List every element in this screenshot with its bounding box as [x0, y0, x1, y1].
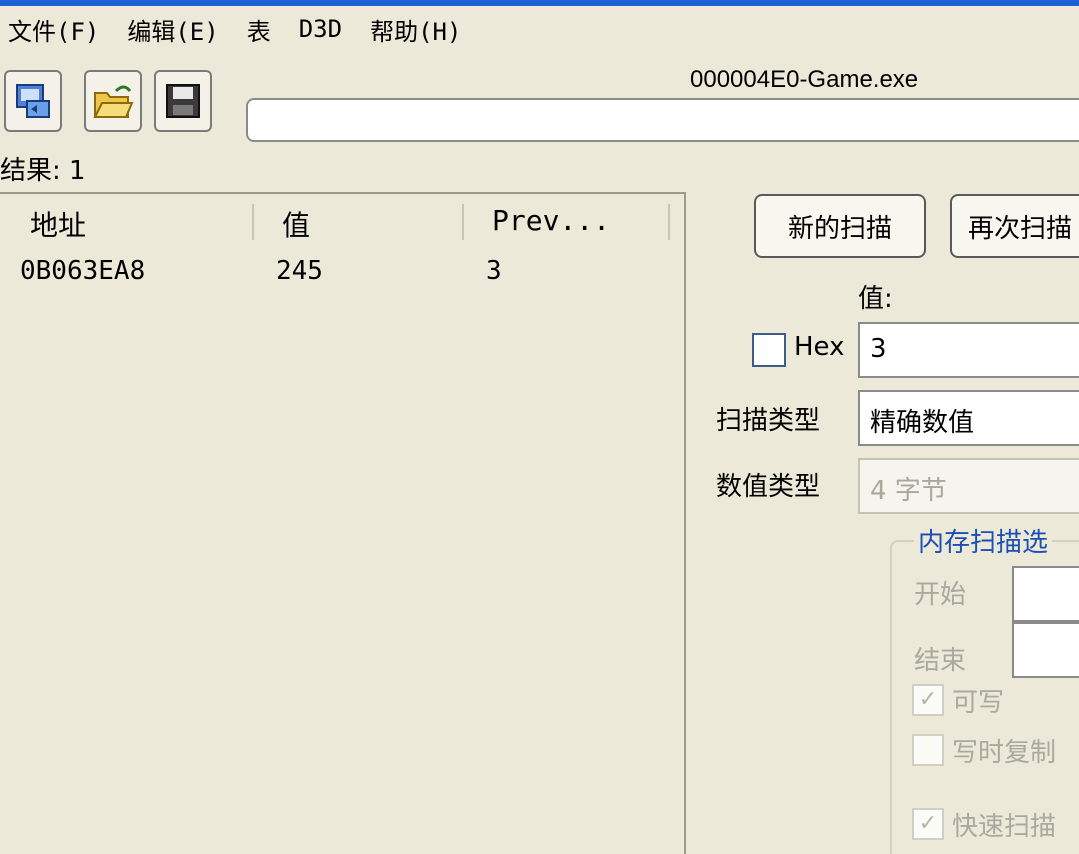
open-folder-icon	[93, 85, 134, 118]
value-type-select[interactable]: 4 字节	[858, 458, 1079, 514]
header-value[interactable]: 值	[282, 204, 310, 244]
end-address-input[interactable]	[1012, 622, 1079, 678]
writable-checkbox[interactable]: ✓	[912, 684, 944, 716]
writable-label: 可写	[952, 688, 1005, 718]
value-type-label: 数值类型	[716, 472, 821, 502]
table-row[interactable]: 0B063EA8 245 3	[0, 256, 684, 292]
menu-edit[interactable]: 编辑(E)	[127, 12, 218, 47]
value-label: 值:	[858, 284, 893, 314]
menu-table[interactable]: 表	[247, 12, 271, 47]
start-address-input[interactable]	[1012, 566, 1079, 622]
next-scan-button[interactable]: 再次扫描	[950, 194, 1079, 258]
header-prev[interactable]: Prev...	[492, 204, 610, 237]
hex-checkbox[interactable]	[752, 333, 786, 367]
header-separator[interactable]	[252, 204, 254, 240]
header-separator[interactable]	[462, 204, 464, 240]
save-button[interactable]	[154, 70, 212, 132]
start-label: 开始	[914, 580, 967, 610]
scan-type-select[interactable]: 精确数值	[858, 390, 1079, 446]
memory-scan-options-title: 内存扫描选	[914, 522, 1053, 559]
row-prev: 3	[486, 256, 502, 286]
row-value: 245	[276, 256, 323, 286]
process-progress-bar	[246, 98, 1079, 142]
header-separator[interactable]	[668, 204, 670, 240]
value-input[interactable]: 3	[858, 322, 1079, 378]
copy-on-write-label: 写时复制	[952, 738, 1057, 768]
hex-label: Hex	[794, 332, 845, 362]
menu-d3d[interactable]: D3D	[299, 15, 342, 43]
menu-file[interactable]: 文件(F)	[8, 12, 99, 47]
save-disk-icon	[166, 84, 200, 118]
scan-type-label: 扫描类型	[716, 406, 821, 436]
menu-help[interactable]: 帮助(H)	[370, 12, 461, 47]
result-count: 结果: 1	[0, 156, 86, 186]
header-address[interactable]: 地址	[30, 204, 86, 244]
new-scan-button[interactable]: 新的扫描	[754, 194, 926, 258]
end-label: 结束	[914, 646, 967, 676]
open-file-button[interactable]	[84, 70, 142, 132]
process-select-icon	[16, 84, 50, 118]
select-process-button[interactable]	[4, 70, 62, 132]
results-list[interactable]: 地址 值 Prev... 0B063EA8 245 3	[0, 192, 686, 854]
fast-scan-checkbox[interactable]: ✓	[912, 808, 944, 840]
process-name: 000004E0-Game.exe	[690, 66, 919, 93]
row-address: 0B063EA8	[20, 256, 146, 286]
fast-scan-label: 快速扫描	[952, 812, 1057, 842]
copy-on-write-checkbox[interactable]	[912, 734, 944, 766]
list-header: 地址 值 Prev...	[0, 194, 684, 252]
menu-bar: 文件(F) 编辑(E) 表 D3D 帮助(H)	[0, 6, 1079, 52]
